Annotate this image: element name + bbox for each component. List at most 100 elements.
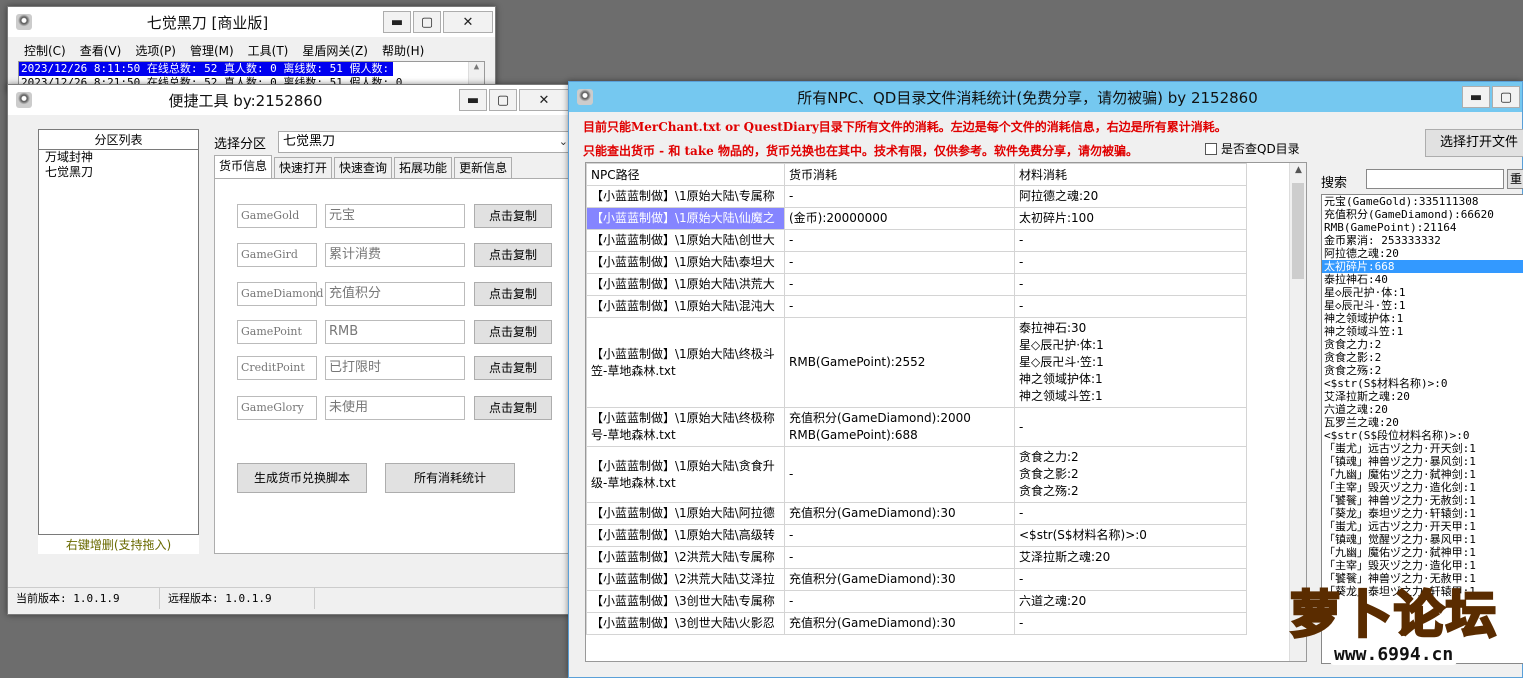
summary-item[interactable]: 「蚩尤」远古ヅ之力·开天甲:1 [1322,520,1523,533]
generate-script-button[interactable]: 生成货币兑换脚本 [237,463,367,493]
table-cell-currency[interactable]: 充值积分(GameDiamond):2000 RMB(GamePoint):688 [784,407,1015,447]
copy-button[interactable]: 点击复制 [474,320,552,344]
summary-item[interactable]: 贪食之殇:2 [1322,364,1523,377]
summary-item[interactable]: 泰拉神石:40 [1322,273,1523,286]
table-row[interactable]: 【小蓝蓝制做】\1原始大陆\混沌大 - - [586,295,1247,318]
summary-item[interactable]: <$str(S$材料名称)>:0 [1322,377,1523,390]
menu-control[interactable]: 控制(C) [24,42,66,59]
table-cell-material[interactable]: - [1014,229,1247,252]
maximize-icon[interactable]: ▢ [413,11,441,33]
table-cell-path[interactable]: 【小蓝蓝制做】\1原始大陆\阿拉德 [586,502,785,525]
summary-item[interactable]: 神之领域斗笠:1 [1322,325,1523,338]
search-input[interactable] [1366,169,1504,189]
tab-updates[interactable]: 更新信息 [454,157,513,178]
table-cell-material[interactable]: - [1014,407,1247,447]
summary-item[interactable]: 「主宰」毁灭ヅ之力·造化剑:1 [1322,481,1523,494]
summary-item[interactable]: 星◇辰卍斗·笠:1 [1322,299,1523,312]
table-cell-material[interactable]: - [1014,502,1247,525]
open-file-button[interactable]: 选择打开文件 [1425,129,1523,157]
partition-select[interactable]: 七觉黑刀 ⌄ [278,131,573,153]
table-cell-currency[interactable]: - [784,251,1015,274]
table-cell-material[interactable]: - [1014,568,1247,591]
currency-name-field[interactable]: 元宝 [325,204,465,228]
table-cell-path[interactable]: 【小蓝蓝制做】\1原始大陆\终极斗 笠-草地森林.txt [586,317,785,408]
consumption-grid[interactable]: NPC路径 货币消耗 材料消耗 【小蓝蓝制做】\1原始大陆\专属称 - 阿拉德之魂:… [585,162,1307,662]
table-cell-material[interactable]: - [1014,295,1247,318]
table-row[interactable]: 【小蓝蓝制做】\3创世大陆\专属称 - 六道之魂:20 [586,590,1247,613]
table-cell-path[interactable]: 【小蓝蓝制做】\3创世大陆\火影忍 [586,612,785,635]
table-cell-path[interactable]: 【小蓝蓝制做】\1原始大陆\泰坦大 [586,251,785,274]
currency-code-field[interactable]: CreditPoint [237,356,317,380]
currency-code-field[interactable]: GameGird [237,243,317,267]
table-cell-currency[interactable]: - [784,185,1015,208]
copy-button[interactable]: 点击复制 [474,356,552,380]
checkbox-icon[interactable] [1205,142,1217,155]
table-cell-currency[interactable]: 充值积分(GameDiamond):30 [784,612,1015,635]
table-cell-currency[interactable]: 充值积分(GameDiamond):30 [784,502,1015,525]
menu-help[interactable]: 帮助(H) [382,42,424,59]
tab-quick-open[interactable]: 快速打开 [274,157,333,178]
partition-item[interactable]: 七觉黑刀 [39,165,198,180]
table-row[interactable]: 【小蓝蓝制做】\2洪荒大陆\专属称 - 艾泽拉斯之魂:20 [586,546,1247,569]
table-cell-currency[interactable]: - [784,229,1015,252]
table-cell-currency[interactable]: 充值积分(GameDiamond):30 [784,568,1015,591]
menu-tools[interactable]: 工具(T) [248,42,289,59]
summary-item[interactable]: 六道之魂:20 [1322,403,1523,416]
table-cell-material[interactable]: <$str(S$材料名称)>:0 [1014,524,1247,547]
table-cell-currency[interactable]: RMB(GamePoint):2552 [784,317,1015,408]
table-row[interactable]: 【小蓝蓝制做】\1原始大陆\洪荒大 - - [586,273,1247,296]
table-cell-path[interactable]: 【小蓝蓝制做】\2洪荒大陆\艾泽拉 [586,568,785,591]
summary-item[interactable]: 金币累消: 253333332 [1322,234,1523,247]
table-row[interactable]: 【小蓝蓝制做】\1原始大陆\终极称 号-草地森林.txt 充值积分(GameDiam… [586,407,1247,447]
menu-manage[interactable]: 管理(M) [190,42,234,59]
currency-code-field[interactable]: GameGlory [237,396,317,420]
table-cell-path[interactable]: 【小蓝蓝制做】\1原始大陆\创世大 [586,229,785,252]
minimize-icon[interactable]: ▬ [459,89,487,111]
tab-quick-query[interactable]: 快速查询 [334,157,393,178]
table-cell-material[interactable]: - [1014,273,1247,296]
table-cell-path[interactable]: 【小蓝蓝制做】\2洪荒大陆\专属称 [586,546,785,569]
all-stats-button[interactable]: 所有消耗统计 [385,463,515,493]
summary-item[interactable]: 充值积分(GameDiamond):66620 [1322,208,1523,221]
summary-item[interactable]: 贪食之影:2 [1322,351,1523,364]
summary-item[interactable]: 「主宰」毁灭ヅ之力·造化甲:1 [1322,559,1523,572]
table-cell-currency[interactable]: - [784,295,1015,318]
table-cell-material[interactable]: - [1014,612,1247,635]
table-cell-currency[interactable]: (金币):20000000 [784,207,1015,230]
table-cell-path[interactable]: 【小蓝蓝制做】\1原始大陆\洪荒大 [586,273,785,296]
table-cell-path[interactable]: 【小蓝蓝制做】\1原始大陆\仙魔之 [586,207,785,230]
summary-item[interactable]: 「九幽」魔佑ヅ之力·弑神甲:1 [1322,546,1523,559]
copy-button[interactable]: 点击复制 [474,204,552,228]
summary-item[interactable]: 「九幽」魔佑ヅ之力·弑神剑:1 [1322,468,1523,481]
table-cell-path[interactable]: 【小蓝蓝制做】\1原始大陆\混沌大 [586,295,785,318]
maximize-icon[interactable]: ▢ [489,89,517,111]
table-cell-path[interactable]: 【小蓝蓝制做】\3创世大陆\专属称 [586,590,785,613]
table-cell-currency[interactable]: - [784,524,1015,547]
table-cell-path[interactable]: 【小蓝蓝制做】\1原始大陆\贪食升 级-草地森林.txt [586,446,785,503]
tab-extensions[interactable]: 拓展功能 [394,157,453,178]
currency-name-field[interactable]: 充值积分 [325,282,465,306]
table-cell-material[interactable]: 贪食之力:2 贪食之影:2 贪食之殇:2 [1014,446,1247,503]
summary-item[interactable]: 艾泽拉斯之魂:20 [1322,390,1523,403]
maximize-icon[interactable]: ▢ [1492,86,1520,108]
close-icon[interactable]: ✕ [443,11,493,33]
currency-name-field[interactable]: 已打限时 [325,356,465,380]
table-cell-currency[interactable]: - [784,546,1015,569]
table-row[interactable]: 【小蓝蓝制做】\1原始大陆\阿拉德 充值积分(GameDiamond):30 - [586,502,1247,525]
table-row[interactable]: 【小蓝蓝制做】\1原始大陆\专属称 - 阿拉德之魂:20 [586,185,1247,208]
table-row[interactable]: 【小蓝蓝制做】\1原始大陆\高级转 - <$str(S$材料名称)>:0 [586,524,1247,547]
summary-item[interactable]: 元宝(GameGold):335111308 [1322,195,1523,208]
summary-item[interactable]: 瓦罗兰之魂:20 [1322,416,1523,429]
summary-item[interactable]: 贪食之力:2 [1322,338,1523,351]
minimize-icon[interactable]: ▬ [383,11,411,33]
table-cell-material[interactable]: - [1014,251,1247,274]
table-cell-currency[interactable]: - [784,590,1015,613]
copy-button[interactable]: 点击复制 [474,282,552,306]
copy-button[interactable]: 点击复制 [474,243,552,267]
summary-item[interactable]: 「葵龙」泰坦ヅ之力·轩辕剑:1 [1322,507,1523,520]
currency-code-field[interactable]: GameDiamond [237,282,323,306]
summary-item[interactable]: 星◇辰卍护·体:1 [1322,286,1523,299]
summary-item[interactable]: 「蚩尤」远古ヅ之力·开天剑:1 [1322,442,1523,455]
column-header[interactable]: NPC路径 [586,163,785,186]
table-row[interactable]: 【小蓝蓝制做】\1原始大陆\终极斗 笠-草地森林.txt RMB(GamePoint… [586,317,1247,408]
